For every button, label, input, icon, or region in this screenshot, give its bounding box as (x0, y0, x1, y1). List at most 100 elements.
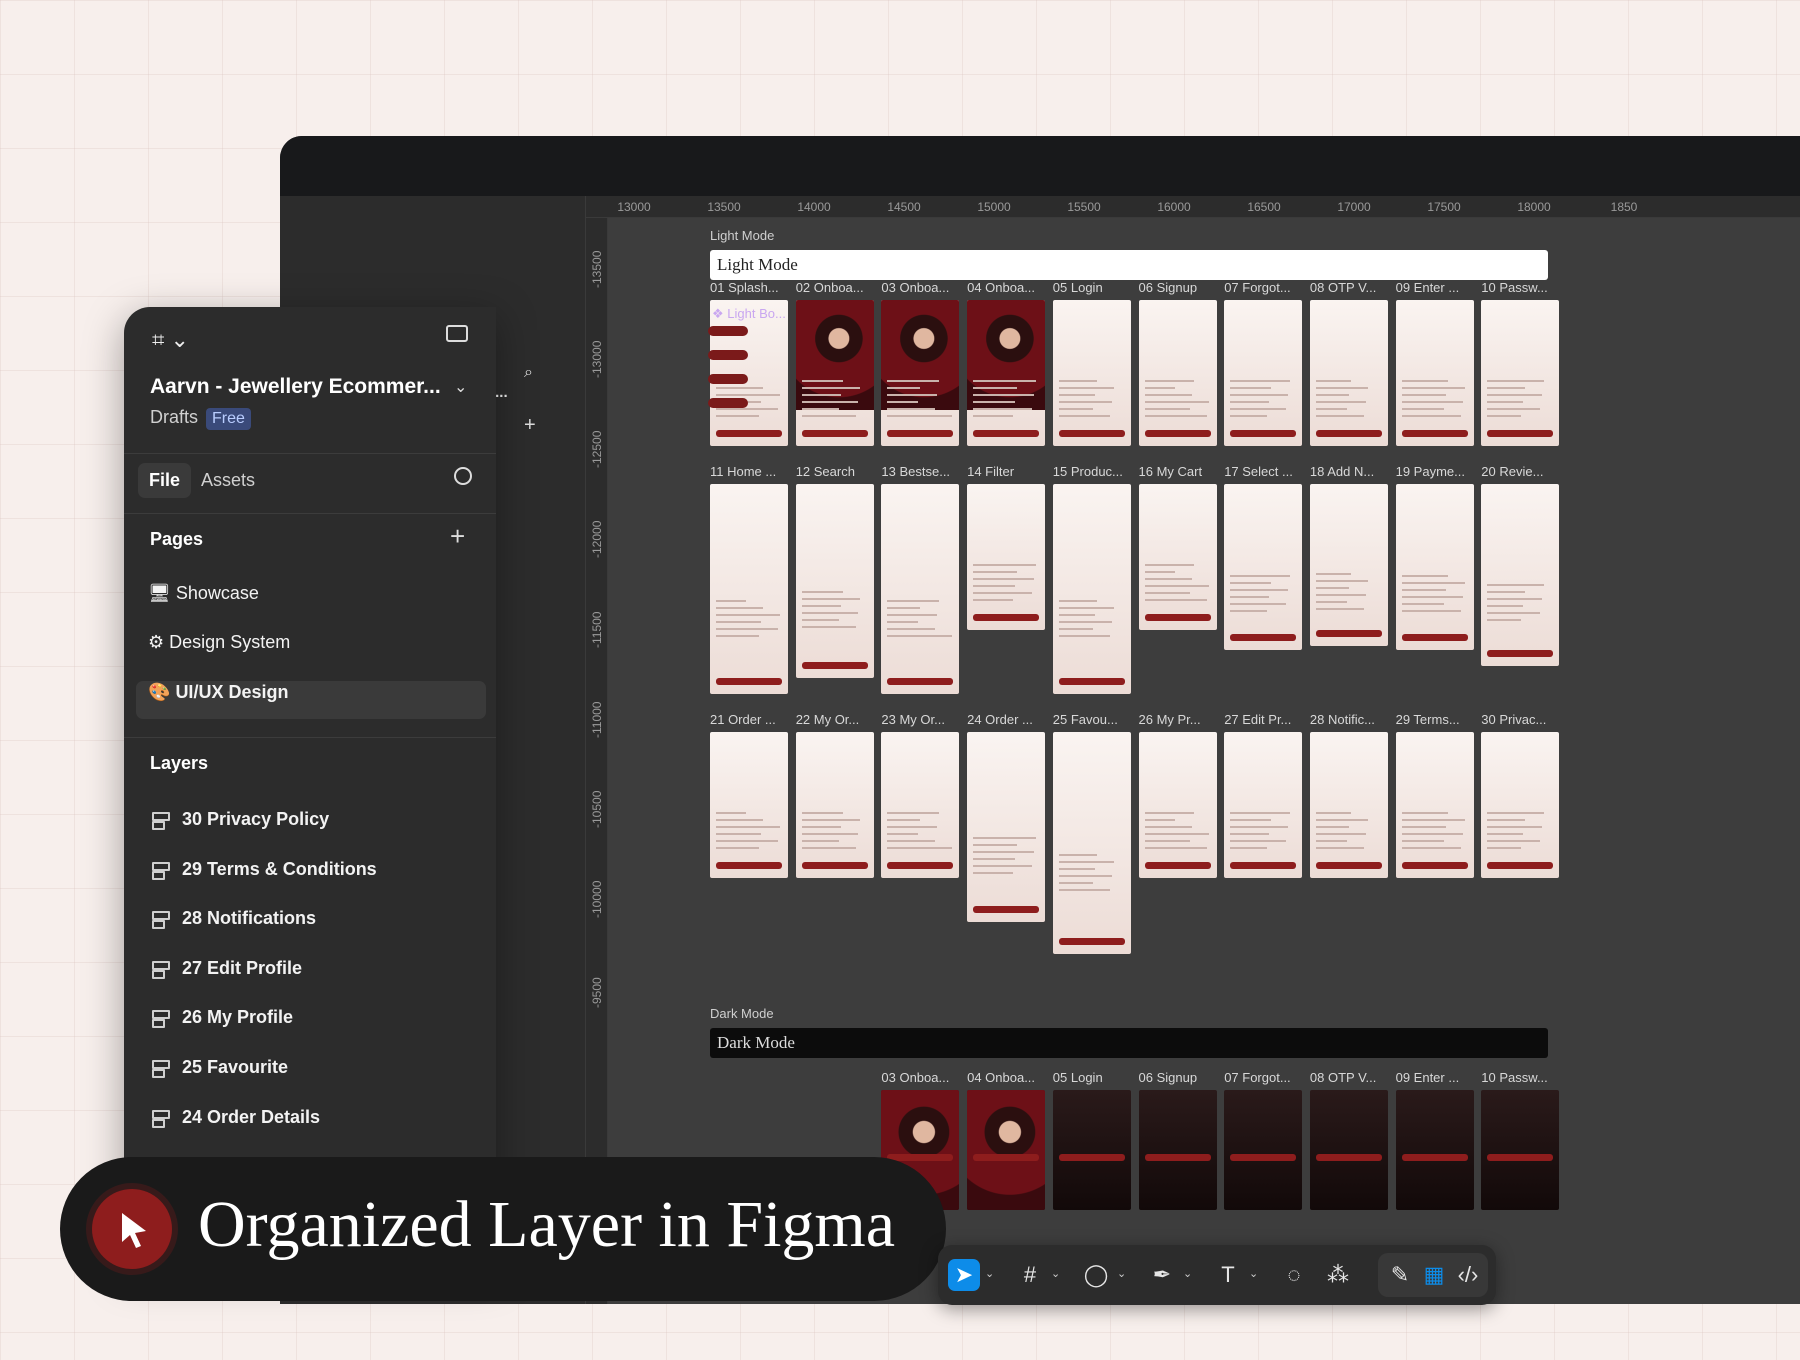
frame-title[interactable]: 08 OTP V... (1310, 280, 1390, 295)
frame-title[interactable]: 29 Terms... (1396, 712, 1476, 727)
frame-title[interactable]: 13 Bestse... (881, 464, 961, 479)
layer-item[interactable]: 28 Notifications (152, 908, 316, 929)
frame-title[interactable]: 27 Edit Pr... (1224, 712, 1304, 727)
tab-assets[interactable]: Assets (190, 463, 266, 498)
layer-item[interactable]: 25 Favourite (152, 1057, 288, 1078)
frame-title[interactable]: 06 Signup (1139, 280, 1219, 295)
frame-title[interactable]: 30 Privac... (1481, 712, 1561, 727)
frame-thumbnail[interactable] (967, 300, 1046, 446)
frame-thumbnail[interactable] (1309, 732, 1388, 878)
file-menu-chevron-icon[interactable]: ⌄ (454, 377, 467, 397)
frame-thumbnail[interactable] (967, 484, 1046, 630)
frame-thumbnail[interactable] (1224, 732, 1303, 878)
design-canvas[interactable]: Light Mode Light Mode Dark Mode Dark Mod… (608, 218, 1800, 1304)
frame-title[interactable]: 16 My Cart (1139, 464, 1219, 479)
frame-title[interactable]: 02 Onboa... (796, 280, 876, 295)
file-name[interactable]: Aarvn - Jewellery Ecommer... (150, 375, 441, 399)
frame-thumbnail[interactable] (1481, 732, 1560, 878)
frame-thumbnail[interactable] (1138, 732, 1217, 878)
frame-title[interactable]: 08 OTP V... (1310, 1070, 1390, 1085)
sidebar-toggle-icon[interactable] (446, 325, 468, 342)
frame-thumbnail[interactable] (1395, 484, 1474, 650)
frame-thumbnail[interactable] (795, 732, 874, 878)
frame-title[interactable]: 12 Search (796, 464, 876, 479)
frame-title[interactable]: 20 Revie... (1481, 464, 1561, 479)
layer-item[interactable]: 30 Privacy Policy (152, 809, 329, 830)
frame-thumbnail[interactable] (710, 732, 788, 878)
frame-thumbnail[interactable] (1138, 300, 1217, 446)
frame-thumbnail[interactable] (881, 300, 960, 446)
frame-thumbnail[interactable] (1395, 1090, 1474, 1210)
frame-thumbnail[interactable] (1395, 732, 1474, 878)
frame-title[interactable]: 04 Onboa... (967, 1070, 1047, 1085)
page-item-showcase[interactable]: 🖥 Showcase (148, 583, 259, 604)
frame-thumbnail[interactable] (710, 484, 788, 694)
frame-thumbnail[interactable] (795, 484, 874, 678)
frame-thumbnail[interactable] (1052, 300, 1131, 446)
frame-thumbnail[interactable] (1481, 1090, 1560, 1210)
frame-title[interactable]: 07 Forgot... (1224, 1070, 1304, 1085)
text-tool-icon[interactable]: T (1212, 1259, 1244, 1291)
frame-title[interactable]: 04 Onboa... (967, 280, 1047, 295)
layer-item[interactable]: 26 My Profile (152, 1007, 293, 1028)
resources-tool-icon[interactable]: ⁂ (1322, 1259, 1354, 1291)
frame-thumbnail[interactable] (1224, 1090, 1303, 1210)
frame-title[interactable]: 28 Notific... (1310, 712, 1390, 727)
frame-title[interactable]: 15 Produc... (1053, 464, 1133, 479)
frame-title[interactable]: 10 Passw... (1481, 280, 1561, 295)
component-label[interactable]: ❖ Light Bo... (712, 306, 786, 322)
page-item-design-system[interactable]: ⚙ Design System (148, 632, 290, 653)
frame-tool-icon[interactable]: # (1014, 1259, 1046, 1291)
frame-title[interactable]: 07 Forgot... (1224, 280, 1304, 295)
frame-thumbnail[interactable] (1138, 484, 1217, 630)
shape-tool-icon[interactable]: ◯ (1080, 1259, 1112, 1291)
frame-title[interactable]: 03 Onboa... (881, 280, 961, 295)
frame-title[interactable]: 10 Passw... (1481, 1070, 1561, 1085)
frame-thumbnail[interactable] (1309, 300, 1388, 446)
figma-menu-icon[interactable]: ⌗ ⌄ (152, 327, 189, 353)
dev-mode-icon[interactable]: ‹/› (1452, 1259, 1484, 1291)
frame-thumbnail[interactable] (1395, 300, 1474, 446)
frame-title[interactable]: 22 My Or... (796, 712, 876, 727)
frame-title[interactable]: 25 Favou... (1053, 712, 1133, 727)
frame-thumbnail[interactable] (1309, 1090, 1388, 1210)
add-page-icon[interactable]: + (450, 521, 465, 552)
layer-item[interactable]: 24 Order Details (152, 1107, 320, 1128)
frame-title[interactable]: 17 Select ... (1224, 464, 1304, 479)
frame-title[interactable]: 06 Signup (1139, 1070, 1219, 1085)
draw-mode-icon[interactable]: ✎ (1384, 1259, 1416, 1291)
dark-mode-bar[interactable]: Dark Mode (710, 1028, 1548, 1058)
frame-thumbnail[interactable] (1052, 732, 1131, 954)
search-icon[interactable] (454, 467, 472, 485)
search-icon-back[interactable]: ⌕ (524, 364, 533, 382)
comment-tool-icon[interactable]: ◌ (1278, 1259, 1310, 1291)
design-mode-icon[interactable]: ▦ (1418, 1259, 1450, 1291)
frame-thumbnail[interactable] (1138, 1090, 1217, 1210)
frame-title[interactable]: 19 Payme... (1396, 464, 1476, 479)
frame-title[interactable]: 24 Order ... (967, 712, 1047, 727)
frame-title[interactable]: 01 Splash... (710, 280, 790, 295)
frame-title[interactable]: 03 Onboa... (881, 1070, 961, 1085)
frame-thumbnail[interactable] (1224, 484, 1303, 650)
frame-thumbnail[interactable] (1052, 484, 1131, 694)
frame-thumbnail[interactable] (967, 732, 1046, 922)
frame-title[interactable]: 05 Login (1053, 280, 1133, 295)
component-set[interactable] (708, 326, 750, 416)
frame-title[interactable]: 26 My Pr... (1139, 712, 1219, 727)
frame-thumbnail[interactable] (1224, 300, 1303, 446)
frame-title[interactable]: 09 Enter ... (1396, 280, 1476, 295)
tab-file[interactable]: File (138, 463, 192, 498)
frame-title[interactable]: 14 Filter (967, 464, 1047, 479)
layer-item[interactable]: 29 Terms & Conditions (152, 859, 377, 880)
frame-title[interactable]: 21 Order ... (710, 712, 790, 727)
move-tool-icon[interactable]: ➤ (948, 1259, 980, 1291)
frame-thumbnail[interactable] (1481, 300, 1560, 446)
frame-thumbnail[interactable] (881, 732, 960, 878)
frame-title[interactable]: 11 Home ... (710, 464, 790, 479)
frame-title[interactable]: 05 Login (1053, 1070, 1133, 1085)
light-mode-bar[interactable]: Light Mode (710, 250, 1548, 280)
layer-item[interactable]: 27 Edit Profile (152, 958, 302, 979)
add-page-icon-back[interactable]: + (524, 414, 536, 437)
frame-title[interactable]: 23 My Or... (881, 712, 961, 727)
frame-thumbnail[interactable] (1052, 1090, 1131, 1210)
